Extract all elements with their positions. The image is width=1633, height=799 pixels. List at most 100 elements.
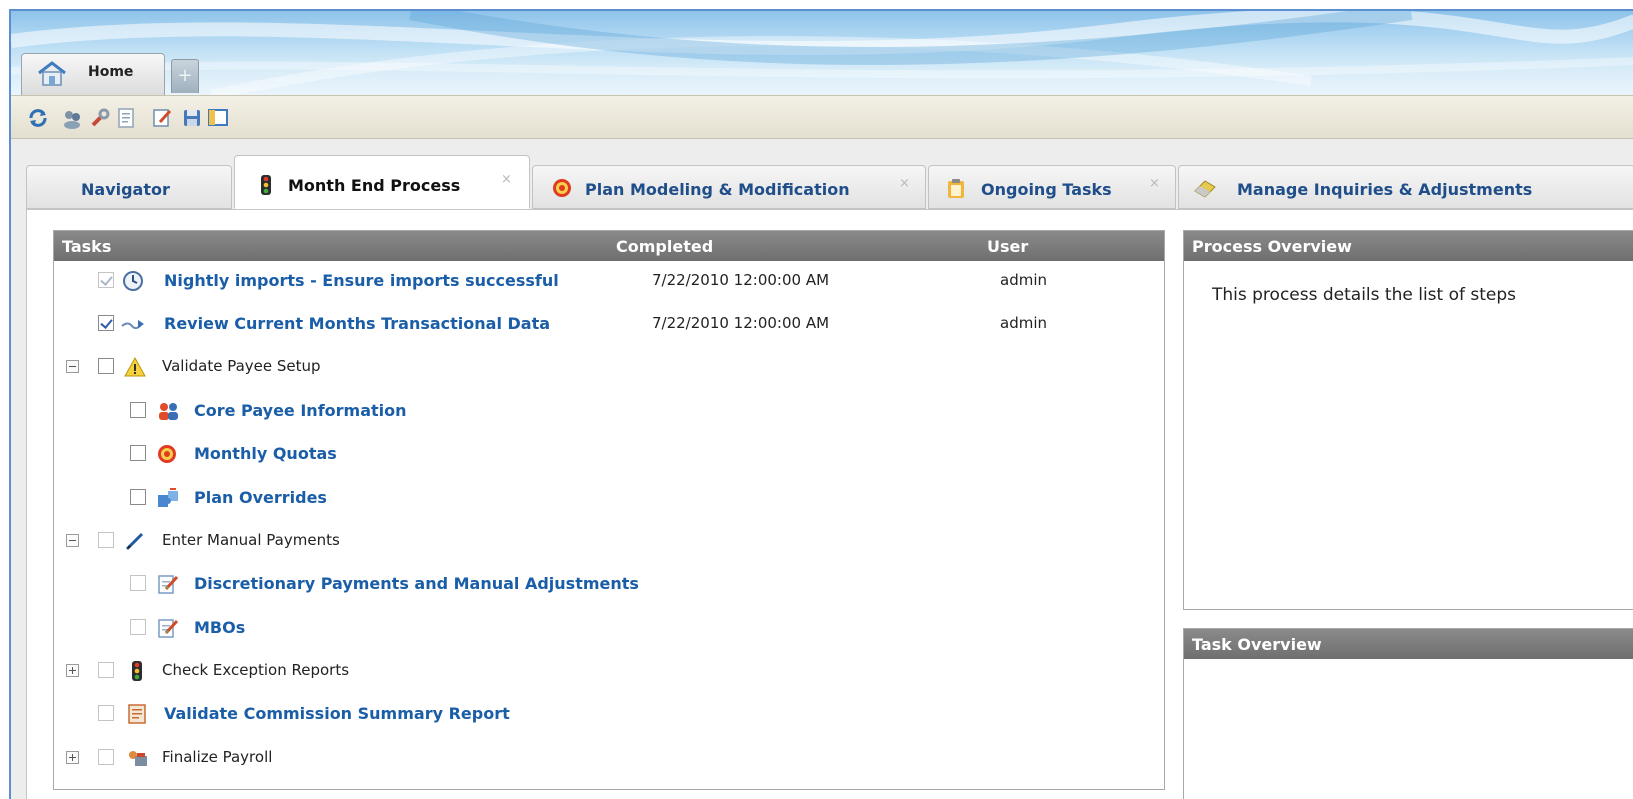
- task-link[interactable]: Discretionary Payments and Manual Adjust…: [194, 574, 639, 593]
- process-tabs: Navigator Month End Process × Plan Model…: [11, 139, 1633, 209]
- tab-ongoing-tasks[interactable]: Ongoing Tasks ×: [928, 165, 1176, 209]
- task-checkbox[interactable]: [98, 662, 114, 678]
- tab-label: Month End Process: [288, 176, 461, 195]
- task-row-commission-summary[interactable]: Validate Commission Summary Report: [54, 696, 1164, 736]
- column-header-tasks[interactable]: Tasks: [62, 237, 111, 256]
- task-row-core-payee[interactable]: Core Payee Information: [54, 393, 1164, 433]
- column-header-completed[interactable]: Completed: [616, 237, 713, 256]
- collapse-toggle[interactable]: [66, 534, 79, 547]
- task-link[interactable]: Core Payee Information: [194, 401, 407, 420]
- tasks-panel: Tasks Completed User Nightly imports - E…: [53, 230, 1165, 790]
- collapse-toggle[interactable]: [66, 360, 79, 373]
- task-checkbox[interactable]: [98, 749, 114, 765]
- app-window: Home + Navigator Month End Process × Pla…: [9, 9, 1633, 799]
- tab-label: Plan Modeling & Modification: [585, 180, 850, 199]
- clock-icon: [122, 270, 144, 292]
- expand-toggle[interactable]: [66, 751, 79, 764]
- task-label: Check Exception Reports: [162, 661, 350, 679]
- new-tab-button[interactable]: +: [171, 59, 199, 93]
- pen-icon: [124, 530, 146, 552]
- task-checkbox[interactable]: [98, 315, 114, 331]
- close-icon[interactable]: ×: [1149, 176, 1160, 191]
- warning-icon: [124, 356, 146, 378]
- task-checkbox[interactable]: [98, 272, 114, 288]
- task-label: Finalize Payroll: [162, 748, 273, 766]
- header-banner: Home +: [11, 11, 1633, 95]
- users-icon[interactable]: [61, 107, 83, 129]
- close-icon[interactable]: ×: [899, 176, 910, 191]
- window-icon[interactable]: [207, 107, 229, 129]
- task-checkbox[interactable]: [130, 575, 146, 591]
- panel-title: Task Overview: [1192, 635, 1322, 654]
- payroll-icon: [126, 747, 148, 769]
- task-checkbox[interactable]: [130, 619, 146, 635]
- refresh-icon[interactable]: [27, 107, 49, 129]
- close-icon[interactable]: ×: [501, 172, 512, 187]
- task-link[interactable]: MBOs: [194, 618, 245, 637]
- completed-user: admin: [1000, 271, 1047, 289]
- eraser-icon: [1193, 177, 1216, 199]
- clipboard-icon: [945, 177, 967, 199]
- edit-icon[interactable]: [151, 107, 173, 129]
- task-link[interactable]: Plan Overrides: [194, 488, 327, 507]
- save-icon[interactable]: [181, 107, 203, 129]
- column-header-user[interactable]: User: [987, 237, 1028, 256]
- task-row-discretionary-payments[interactable]: Discretionary Payments and Manual Adjust…: [54, 566, 1164, 606]
- traffic-light-icon: [255, 174, 277, 196]
- target-icon: [156, 443, 178, 465]
- task-overview-panel: Task Overview: [1183, 628, 1633, 799]
- task-row-finalize-payroll[interactable]: Finalize Payroll: [54, 740, 1164, 780]
- task-checkbox[interactable]: [130, 402, 146, 418]
- tab-label: Navigator: [81, 180, 170, 199]
- arrow-icon: [120, 313, 144, 335]
- target-icon: [551, 177, 573, 199]
- main-area: Navigator Month End Process × Plan Model…: [11, 139, 1633, 799]
- home-tab[interactable]: Home: [21, 53, 165, 95]
- panel-title: Process Overview: [1192, 237, 1352, 256]
- task-link[interactable]: Validate Commission Summary Report: [164, 704, 510, 723]
- task-row-exception-reports[interactable]: Check Exception Reports: [54, 653, 1164, 693]
- document-icon[interactable]: [115, 107, 137, 129]
- task-label: Validate Payee Setup: [162, 357, 321, 375]
- task-row-mbos[interactable]: MBOs: [54, 610, 1164, 650]
- tab-content: Tasks Completed User Nightly imports - E…: [26, 209, 1633, 799]
- task-row-manual-payments[interactable]: Enter Manual Payments: [54, 523, 1164, 563]
- process-overview-panel: Process Overview This process details th…: [1183, 230, 1633, 610]
- task-checkbox[interactable]: [98, 358, 114, 374]
- task-row-validate-payee[interactable]: Validate Payee Setup: [54, 349, 1164, 389]
- tab-plan-modeling[interactable]: Plan Modeling & Modification ×: [532, 165, 926, 209]
- tab-navigator[interactable]: Navigator: [26, 165, 232, 209]
- edit-doc-icon: [156, 573, 179, 595]
- task-checkbox[interactable]: [98, 532, 114, 548]
- completed-date: 7/22/2010 12:00:00 AM: [652, 271, 830, 289]
- process-description: This process details the list of steps: [1212, 285, 1517, 305]
- task-link[interactable]: Monthly Quotas: [194, 444, 337, 463]
- expand-toggle[interactable]: [66, 664, 79, 677]
- tab-month-end-process[interactable]: Month End Process ×: [234, 155, 530, 209]
- home-tab-label: Home: [88, 64, 134, 80]
- tab-label: Manage Inquiries & Adjustments: [1237, 180, 1533, 199]
- people-icon: [156, 400, 178, 422]
- task-checkbox[interactable]: [98, 705, 114, 721]
- tab-manage-inquiries[interactable]: Manage Inquiries & Adjustments: [1178, 165, 1633, 209]
- completed-user: admin: [1000, 314, 1047, 332]
- puzzle-icon: [156, 487, 178, 509]
- task-row-review-data[interactable]: Review Current Months Transactional Data…: [54, 306, 1164, 346]
- header-decoration: [11, 11, 1633, 95]
- task-label: Enter Manual Payments: [162, 531, 340, 549]
- task-link[interactable]: Review Current Months Transactional Data: [164, 314, 550, 333]
- task-checkbox[interactable]: [130, 489, 146, 505]
- process-overview-header: Process Overview: [1184, 231, 1633, 261]
- task-checkbox[interactable]: [130, 445, 146, 461]
- traffic-light-icon: [126, 660, 148, 682]
- task-row-nightly-imports[interactable]: Nightly imports - Ensure imports success…: [54, 263, 1164, 303]
- edit-doc-icon: [156, 617, 179, 639]
- task-link[interactable]: Nightly imports - Ensure imports success…: [164, 271, 559, 290]
- report-icon: [126, 703, 148, 725]
- task-overview-header: Task Overview: [1184, 629, 1633, 659]
- toolbar: [11, 95, 1633, 139]
- task-row-plan-overrides[interactable]: Plan Overrides: [54, 480, 1164, 520]
- wrench-icon[interactable]: [89, 107, 111, 129]
- task-row-monthly-quotas[interactable]: Monthly Quotas: [54, 436, 1164, 476]
- tab-label: Ongoing Tasks: [981, 180, 1112, 199]
